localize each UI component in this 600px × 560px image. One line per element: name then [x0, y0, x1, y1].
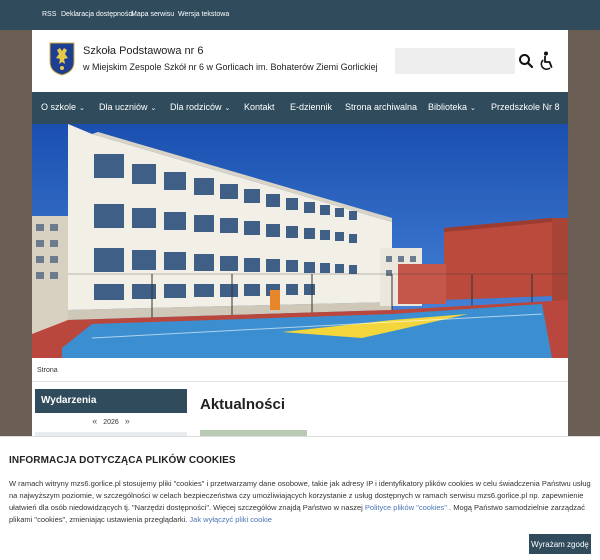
- nav-label: E-dziennik: [290, 102, 333, 112]
- nav-item-przedszkole[interactable]: Przedszkole Nr 8: [491, 102, 560, 112]
- text-version-link[interactable]: Wersja tekstowa: [178, 11, 229, 18]
- nav-item-kontakt[interactable]: Kontakt: [244, 102, 275, 112]
- chevron-down-icon: ⌄: [150, 105, 157, 112]
- nav-item-o-szkole[interactable]: O szkole ⌄: [41, 102, 85, 112]
- sitemap-link[interactable]: Mapa serwisu: [131, 11, 174, 18]
- chevron-down-icon: ⌄: [470, 105, 476, 112]
- school-name[interactable]: Szkoła Podstawowa nr 6: [83, 45, 203, 57]
- nav-label: Przedszkole Nr 8: [491, 102, 560, 112]
- cookie-text: W ramach witryny mzs6.gorlice.pl stosuje…: [9, 478, 594, 526]
- nav-item-dla-uczniow[interactable]: Dla uczniów ⌄: [99, 102, 156, 112]
- nav-item-dla-rodzicow[interactable]: Dla rodziców ⌄: [170, 102, 230, 112]
- cookie-policy-link[interactable]: Polityce plików "cookies": [365, 503, 447, 512]
- nav-label: Strona archiwalna: [345, 102, 418, 112]
- nav-label: Dla uczniów: [99, 102, 148, 112]
- news-section-title: Aktualności: [200, 396, 286, 413]
- rss-link[interactable]: RSS: [42, 11, 56, 18]
- chevron-down-icon: ⌄: [224, 105, 231, 112]
- search-input[interactable]: [395, 48, 515, 74]
- chevron-down-icon: ⌄: [79, 105, 85, 112]
- calendar-year-switcher: «2026»: [35, 416, 187, 430]
- hero-school-photo: [32, 124, 568, 358]
- school-subtitle: w Miejskim Zespole Szkół nr 6 w Gorlicac…: [83, 62, 378, 72]
- disable-cookies-link[interactable]: Jak wyłączyć pliki cookie: [189, 515, 272, 524]
- breadcrumb[interactable]: Strona: [37, 367, 58, 374]
- breadcrumb-divider: [32, 381, 568, 382]
- nav-item-strona-archiwalna[interactable]: Strona archiwalna: [345, 102, 417, 112]
- cookie-title: INFORMACJA DOTYCZĄCA PLIKÓW COOKIES: [9, 455, 236, 466]
- nav-label: Dla rodziców: [170, 102, 222, 112]
- accept-cookies-button[interactable]: Wyrażam zgodę: [529, 534, 591, 554]
- top-utility-bar: RSS Deklaracja dostępności Mapa serwisu …: [0, 0, 600, 30]
- nav-item-e-dziennik[interactable]: E-dziennik: [290, 102, 332, 112]
- nav-item-biblioteka[interactable]: Biblioteka ⌄: [428, 102, 476, 112]
- accessibility-icon[interactable]: [539, 51, 555, 71]
- events-title: Wydarzenia: [41, 395, 97, 406]
- nav-label: Kontakt: [244, 102, 275, 112]
- calendar-year: 2026: [103, 419, 119, 426]
- main-navigation: O szkole ⌄ Dla uczniów ⌄ Dla rodziców ⌄ Kon…: [32, 92, 568, 124]
- nav-label: Biblioteka: [428, 102, 468, 112]
- prev-year-button[interactable]: «: [86, 416, 103, 426]
- nav-label: O szkole: [41, 102, 77, 112]
- site-header: Szkoła Podstawowa nr 6 w Miejskim Zespol…: [32, 30, 568, 92]
- events-panel-header: Wydarzenia: [35, 389, 187, 413]
- search-icon[interactable]: [518, 52, 534, 70]
- cookie-banner: INFORMACJA DOTYCZĄCA PLIKÓW COOKIES W ra…: [0, 436, 600, 560]
- accessibility-statement-link[interactable]: Deklaracja dostępności: [61, 11, 133, 18]
- next-year-button[interactable]: »: [119, 416, 136, 426]
- logo-coat-of-arms[interactable]: [49, 42, 75, 76]
